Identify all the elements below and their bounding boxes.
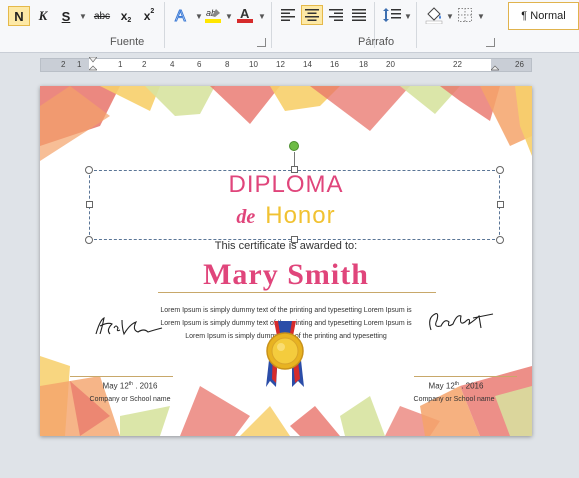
underline-button[interactable]: S bbox=[56, 6, 76, 26]
ribbon-separator bbox=[164, 2, 165, 48]
subscript-button[interactable]: x2 bbox=[116, 6, 136, 26]
ruler-number: 1 bbox=[118, 60, 123, 69]
document-page[interactable]: DIPLOMA de Honor This certificate is awar… bbox=[40, 86, 532, 436]
right-signature bbox=[429, 313, 494, 331]
underline-dropdown-icon[interactable]: ▼ bbox=[79, 12, 87, 21]
line-spacing-button[interactable] bbox=[381, 5, 403, 25]
ruler-number: 22 bbox=[453, 60, 462, 69]
svg-text:A: A bbox=[175, 8, 186, 24]
highlight-dropdown-icon[interactable]: ▼ bbox=[225, 12, 233, 21]
left-org: Company or School name bbox=[89, 396, 171, 403]
recipient-name: Mary Smith bbox=[203, 258, 369, 291]
indent-marker[interactable] bbox=[88, 56, 98, 73]
ruler-number: 20 bbox=[386, 60, 395, 69]
selected-textbox[interactable] bbox=[89, 170, 500, 240]
resize-handle[interactable] bbox=[86, 201, 93, 208]
style-normal[interactable]: ¶ Normal bbox=[508, 2, 579, 30]
align-left-icon bbox=[281, 9, 295, 21]
borders-button[interactable] bbox=[455, 5, 475, 25]
align-center-icon bbox=[305, 9, 319, 21]
right-org: Company or School name bbox=[413, 396, 495, 403]
right-date: May 12th . 2016 bbox=[428, 381, 484, 391]
svg-text:A: A bbox=[240, 6, 250, 21]
ruler-number: 8 bbox=[225, 60, 230, 69]
ruler-number: 16 bbox=[330, 60, 339, 69]
ruler-number: 1 bbox=[77, 60, 82, 69]
ribbon-separator bbox=[416, 2, 417, 48]
ruler-number: 26 bbox=[515, 60, 524, 69]
ribbon: N K S ▼ abc x2 x2 A ▼ ab ▼ A ▼ ▼ ▼ ▼ Fue… bbox=[0, 0, 579, 53]
group-label-paragraph: Párrafo bbox=[358, 36, 395, 48]
left-signature bbox=[95, 317, 163, 336]
ruler-number: 14 bbox=[303, 60, 312, 69]
name-underline bbox=[158, 292, 436, 293]
font-color-icon: A bbox=[237, 6, 253, 23]
ruler-number: 4 bbox=[170, 60, 175, 69]
align-right-icon bbox=[329, 9, 343, 21]
text-effects-icon: A bbox=[175, 8, 187, 25]
line-spacing-dropdown-icon[interactable]: ▼ bbox=[404, 12, 412, 21]
font-dialog-launcher-icon[interactable]: x bbox=[257, 38, 266, 47]
ruler-number: 2 bbox=[61, 60, 66, 69]
justify-button[interactable] bbox=[349, 5, 369, 25]
ruler-number: 12 bbox=[276, 60, 285, 69]
highlighter-icon: ab bbox=[205, 8, 221, 23]
superscript-button[interactable]: x2 bbox=[139, 6, 159, 26]
left-date-line bbox=[70, 376, 173, 377]
strikethrough-button[interactable]: abc bbox=[90, 6, 114, 26]
shading-button[interactable] bbox=[423, 5, 445, 25]
line-spacing-icon bbox=[383, 8, 401, 22]
align-right-button[interactable] bbox=[326, 5, 346, 25]
resize-handle[interactable] bbox=[496, 166, 504, 174]
ribbon-separator bbox=[271, 2, 272, 48]
ruler-number: 18 bbox=[359, 60, 368, 69]
right-indent-marker[interactable] bbox=[490, 57, 500, 73]
rotate-handle[interactable] bbox=[289, 141, 299, 151]
paragraph-dialog-launcher-icon[interactable]: x bbox=[486, 38, 495, 47]
group-label-font: Fuente bbox=[110, 36, 145, 48]
font-color-dropdown-icon[interactable]: ▼ bbox=[258, 12, 266, 21]
horizontal-ruler[interactable]: 2 1 1 2 4 6 8 10 12 14 16 18 20 22 26 bbox=[40, 56, 532, 73]
justify-icon bbox=[352, 9, 366, 21]
align-center-button[interactable] bbox=[301, 5, 323, 25]
highlight-button[interactable]: ab bbox=[203, 5, 223, 25]
shading-dropdown-icon[interactable]: ▼ bbox=[446, 12, 454, 21]
bold-button[interactable]: N bbox=[8, 6, 30, 26]
right-date-line bbox=[414, 376, 517, 377]
resize-handle[interactable] bbox=[85, 166, 93, 174]
align-left-button[interactable] bbox=[278, 5, 298, 25]
text-effects-dropdown-icon[interactable]: ▼ bbox=[195, 12, 203, 21]
left-date: May 12th . 2016 bbox=[102, 381, 158, 391]
font-color-button[interactable]: A bbox=[235, 5, 255, 25]
text-effects-button[interactable]: A bbox=[170, 5, 194, 25]
resize-handle[interactable] bbox=[291, 166, 298, 173]
borders-icon bbox=[458, 8, 472, 22]
resize-handle[interactable] bbox=[497, 201, 504, 208]
ruler-number: 6 bbox=[197, 60, 202, 69]
awarded-text: This certificate is awarded to: bbox=[214, 240, 358, 252]
paint-bucket-icon bbox=[425, 7, 443, 24]
ruler-number: 10 bbox=[249, 60, 258, 69]
medal-icon bbox=[266, 321, 304, 387]
ruler-number: 2 bbox=[142, 60, 147, 69]
italic-button[interactable]: K bbox=[33, 6, 53, 26]
borders-dropdown-icon[interactable]: ▼ bbox=[477, 12, 485, 21]
